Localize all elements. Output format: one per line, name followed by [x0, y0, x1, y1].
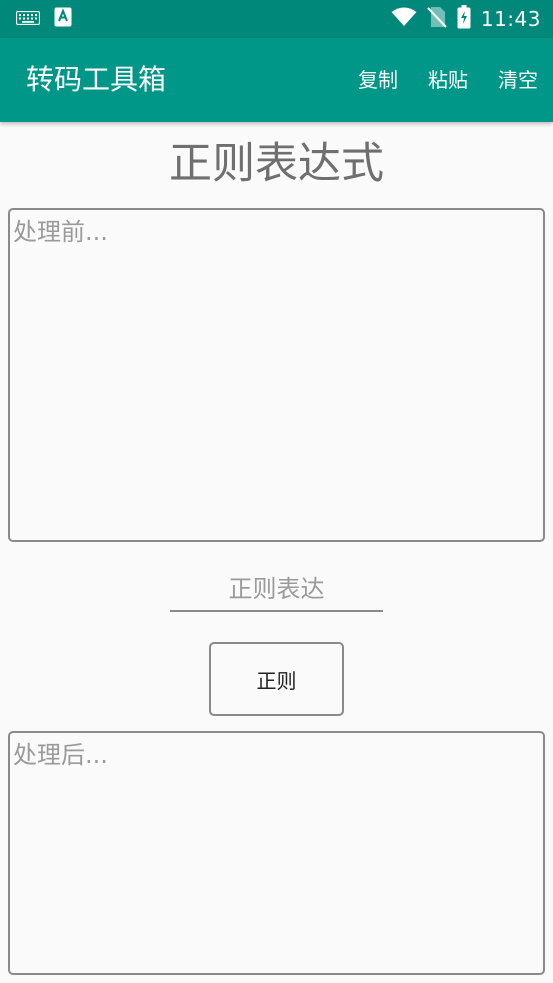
keyboard-icon [15, 10, 41, 29]
status-bar: 11:43 [0, 0, 553, 38]
app-title: 转码工具箱 [26, 63, 167, 96]
input-before-textarea[interactable] [8, 208, 545, 542]
status-time: 11:43 [480, 7, 541, 31]
app-a-icon [54, 7, 72, 31]
status-bar-left [15, 7, 72, 31]
status-bar-right: 11:43 [391, 5, 541, 33]
app-bar: 转码工具箱 复制 粘贴 清空 [0, 38, 553, 122]
clear-action[interactable]: 清空 [498, 66, 538, 94]
battery-charging-icon [457, 5, 471, 33]
app-bar-actions: 复制 粘贴 清空 [358, 66, 538, 94]
paste-action[interactable]: 粘贴 [428, 66, 468, 94]
output-after-textarea[interactable] [8, 731, 545, 975]
copy-action[interactable]: 复制 [358, 66, 398, 94]
regex-button[interactable]: 正则 [209, 642, 344, 716]
page-title: 正则表达式 [169, 139, 384, 189]
regex-input[interactable] [170, 572, 383, 612]
no-sim-icon [427, 6, 447, 32]
wifi-icon [391, 7, 417, 31]
